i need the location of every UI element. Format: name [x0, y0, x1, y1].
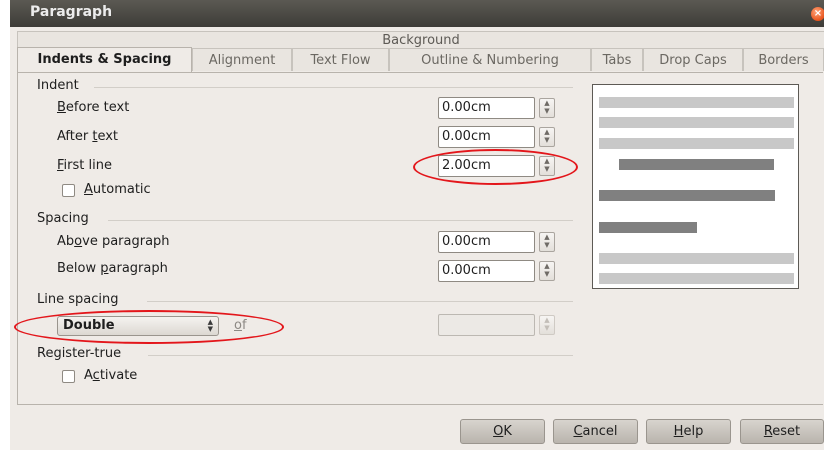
before-text-field[interactable]: 0.00cm: [438, 97, 535, 119]
below-paragraph-label: Below paragraph: [57, 261, 168, 276]
preview-line-next: [599, 273, 794, 284]
spin-arrows-icon[interactable]: ▲ ▼: [539, 232, 555, 252]
preview-line-current: [619, 159, 774, 170]
preview-line-current: [599, 190, 775, 201]
help-button[interactable]: Help: [646, 419, 731, 444]
tab-alignment[interactable]: Alignment: [192, 48, 292, 71]
tab-tabs[interactable]: Tabs: [591, 48, 643, 71]
spin-arrows-icon[interactable]: ▲ ▼: [539, 98, 555, 118]
tab-borders[interactable]: Borders: [743, 48, 824, 71]
above-paragraph-field[interactable]: 0.00cm: [438, 231, 535, 253]
reset-button[interactable]: Reset: [740, 419, 824, 444]
register-true-divider: [148, 355, 573, 356]
spacing-divider: [108, 220, 573, 221]
automatic-checkbox[interactable]: [62, 184, 75, 197]
above-paragraph-label: Above paragraph: [57, 234, 170, 249]
line-spacing-section-label: Line spacing: [37, 292, 119, 307]
preview-line-prev: [599, 117, 794, 128]
spin-arrows-icon[interactable]: ▲ ▼: [539, 127, 555, 147]
paragraph-preview: [592, 84, 799, 289]
automatic-label[interactable]: Automatic: [84, 182, 151, 197]
below-paragraph-field[interactable]: 0.00cm: [438, 260, 535, 282]
tab-indents-spacing[interactable]: Indents & Spacing: [17, 47, 192, 72]
ok-button[interactable]: OK: [460, 419, 545, 444]
tab-outline-numbering[interactable]: Outline & Numbering: [389, 48, 591, 71]
before-text-label: Before text: [57, 100, 130, 115]
after-text-field[interactable]: 0.00cm: [438, 126, 535, 148]
spin-arrows-icon[interactable]: ▲ ▼: [539, 261, 555, 281]
indent-section-label: Indent: [37, 78, 79, 93]
spin-arrows-icon[interactable]: ▲ ▼: [539, 315, 555, 335]
register-true-section-label: Register-true: [37, 346, 122, 361]
preview-line-prev: [599, 138, 794, 149]
highlight-ellipse-line-spacing: [14, 310, 284, 344]
cancel-button[interactable]: Cancel: [553, 419, 638, 444]
indent-divider: [94, 87, 573, 88]
background-margin: [0, 27, 10, 450]
tab-drop-caps[interactable]: Drop Caps: [643, 48, 743, 71]
highlight-ellipse-first-line: [413, 149, 578, 185]
activate-checkbox[interactable]: [62, 370, 75, 383]
preview-line-current: [599, 222, 697, 233]
close-icon[interactable]: ×: [811, 7, 824, 21]
spacing-section-label: Spacing: [37, 211, 89, 226]
preview-line-prev: [599, 97, 794, 108]
first-line-label: First line: [57, 158, 112, 173]
title-bar[interactable]: Paragraph ×: [10, 0, 824, 27]
tab-text-flow[interactable]: Text Flow: [292, 48, 389, 71]
window-title: Paragraph: [30, 4, 113, 20]
line-spacing-of-field[interactable]: [438, 314, 535, 336]
after-text-label: After text: [57, 129, 119, 144]
activate-label[interactable]: Activate: [84, 368, 137, 383]
line-spacing-divider: [147, 301, 573, 302]
preview-line-next: [599, 253, 794, 264]
